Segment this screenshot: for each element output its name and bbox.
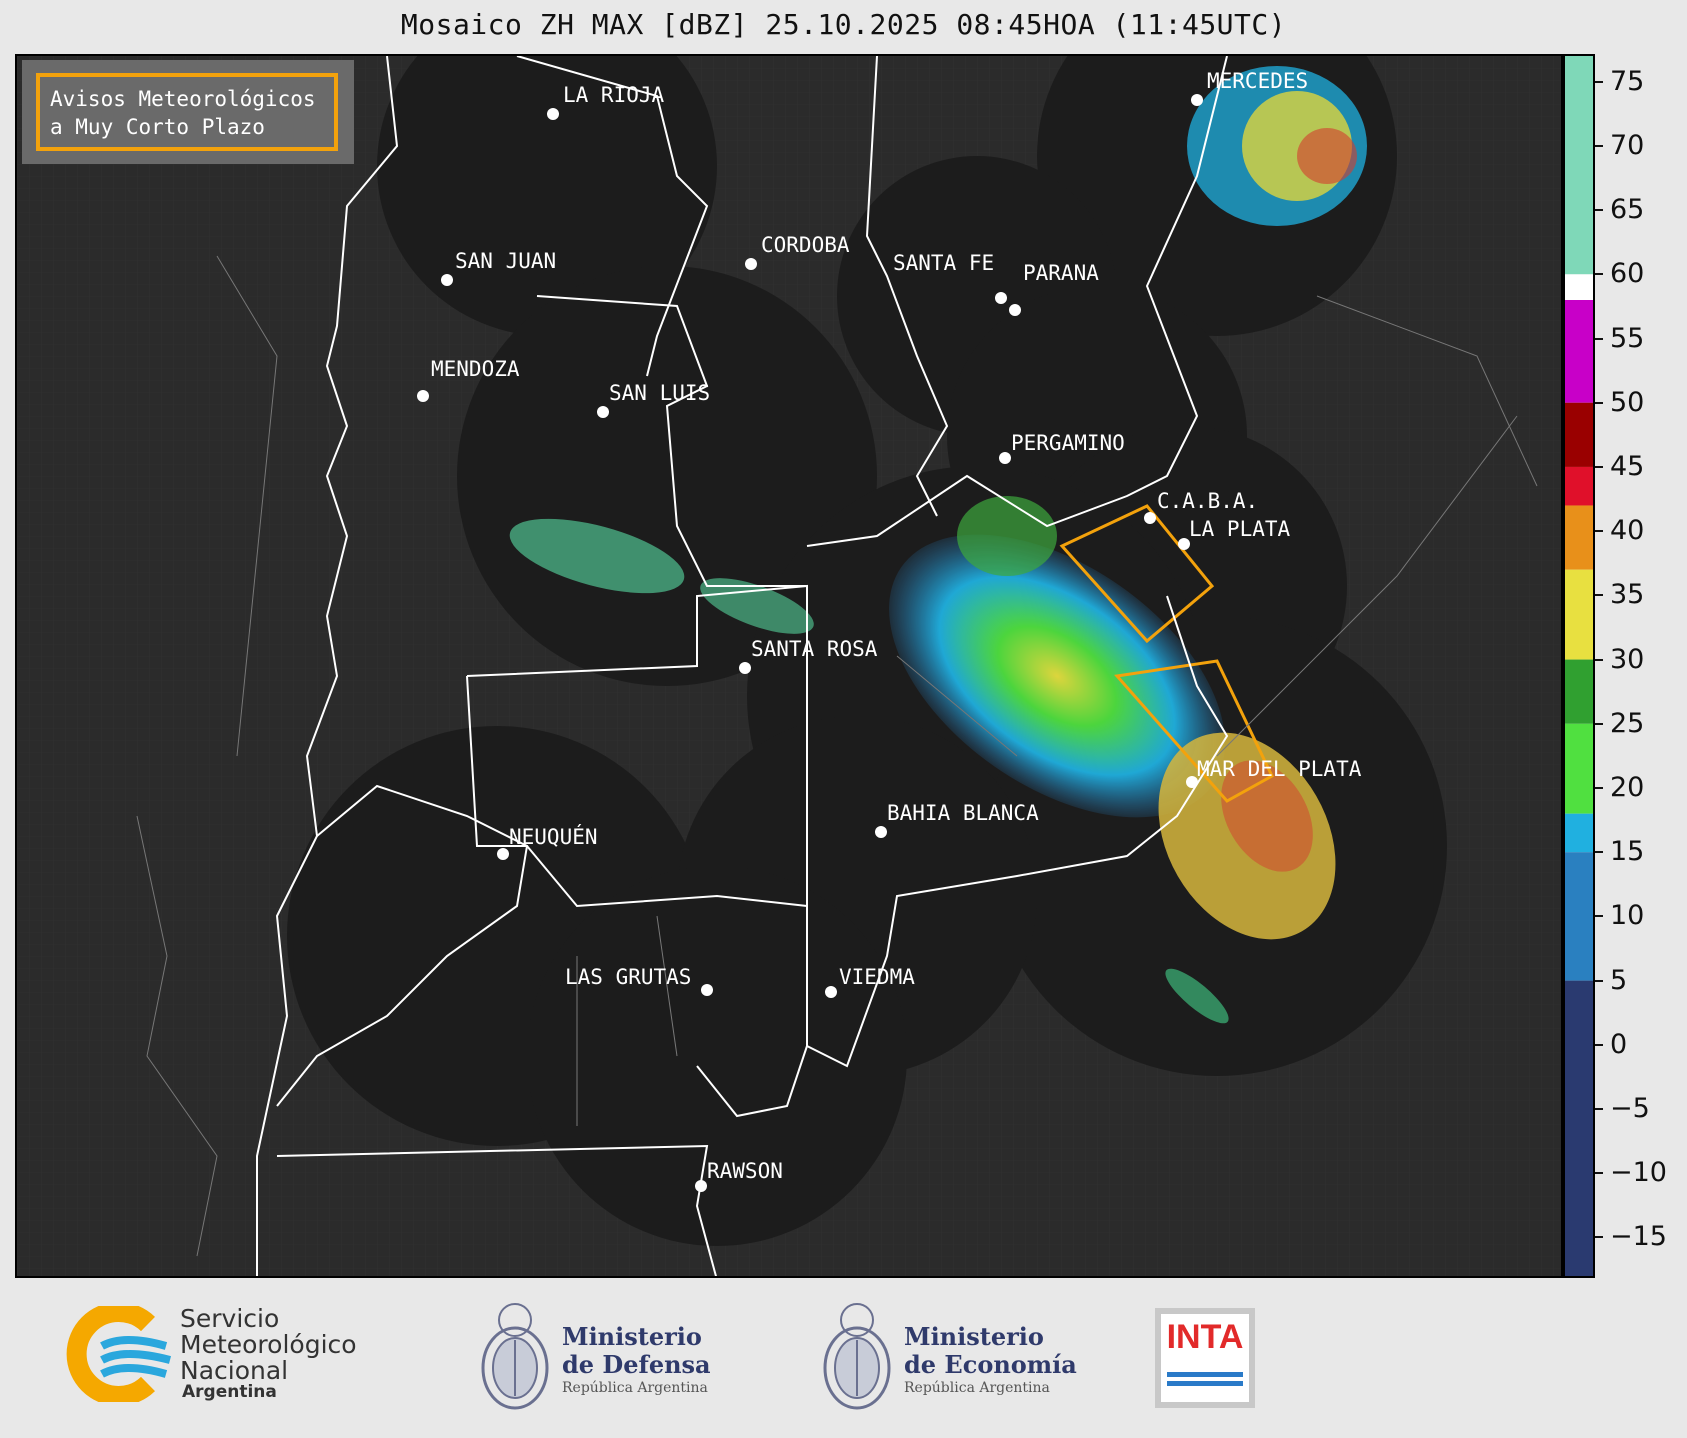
colorbar-tick-mark — [1595, 722, 1603, 725]
economia-line-2: de Economía — [904, 1350, 1077, 1379]
colorbar-tick-mark — [1595, 594, 1603, 597]
city-label: VIEDMA — [839, 965, 915, 989]
economia-line-1: Ministerio — [904, 1322, 1044, 1351]
defensa-line-1: Ministerio — [562, 1322, 702, 1351]
colorbar-tick-label: −5 — [1610, 1093, 1650, 1125]
colorbar-tick-mark — [1595, 273, 1603, 276]
defensa-line-3: República Argentina — [562, 1380, 708, 1396]
colorbar-tick-mark — [1595, 979, 1603, 982]
smn-name-line-1: Servicio — [180, 1304, 280, 1333]
radar-map[interactable]: LA RIOJA SAN JUAN CORDOBA SANTA FE PARAN… — [15, 54, 1563, 1278]
colorbar-tick-label: 5 — [1610, 964, 1628, 996]
colorbar-tick-label: 35 — [1610, 579, 1645, 611]
colorbar-tick-label: 75 — [1610, 65, 1645, 97]
colorbar-band — [1565, 274, 1593, 300]
city-label: MAR DEL PLATA — [1197, 757, 1362, 781]
city-label: PARANA — [1023, 261, 1099, 285]
smn-name-line-3: Nacional — [180, 1356, 289, 1385]
city-label: CORDOBA — [761, 233, 850, 257]
colorbar-tick-label: 60 — [1610, 258, 1645, 290]
warnings-legend-frame: Avisos Meteorológicos a Muy Corto Plazo — [36, 73, 338, 151]
colorbar-tick-mark — [1595, 80, 1603, 83]
radar-map-canvas: LA RIOJA SAN JUAN CORDOBA SANTA FE PARAN… — [17, 56, 1561, 1276]
colorbar-tick-label: 55 — [1610, 322, 1645, 354]
colorbar-tick-mark — [1595, 337, 1603, 340]
colorbar-tick-mark — [1595, 1236, 1603, 1239]
smn-name-line-2: Meteorológico — [180, 1330, 357, 1359]
colorbar-tick-mark — [1595, 851, 1603, 854]
colorbar-tick-mark — [1595, 1172, 1603, 1175]
national-seal-icon — [823, 1303, 891, 1410]
city-label: SAN LUIS — [609, 381, 710, 405]
city-label: MERCEDES — [1207, 69, 1308, 93]
colorbar-band — [1565, 723, 1593, 814]
colorbar-tick-label: 30 — [1610, 643, 1645, 675]
city-label: LA RIOJA — [563, 83, 665, 107]
city-label: SANTA FE — [893, 251, 994, 275]
colorbar-tick-label: 65 — [1610, 194, 1645, 226]
colorbar-tick-label: 0 — [1610, 1028, 1628, 1060]
city-label: C.A.B.A. — [1157, 489, 1258, 513]
colorbar-tick-mark — [1595, 658, 1603, 661]
city-label: MENDOZA — [431, 357, 520, 381]
city-label: LA PLATA — [1189, 517, 1291, 541]
colorbar-tick-mark — [1595, 401, 1603, 404]
colorbar-tick-label: −15 — [1610, 1221, 1667, 1253]
colorbar-tick-label: 25 — [1610, 707, 1645, 739]
defensa-line-2: de Defensa — [562, 1350, 711, 1379]
legend-line-1: Avisos Meteorológicos — [50, 87, 316, 111]
colorbar-tick-label: 10 — [1610, 900, 1645, 932]
inta-logo: INTA — [1155, 1308, 1255, 1408]
colorbar-band — [1565, 659, 1593, 724]
smn-name-line-4: Argentina — [182, 1382, 277, 1402]
colorbar-tick-mark — [1595, 465, 1603, 468]
city-label: SAN JUAN — [455, 249, 556, 273]
legend-line-2: a Muy Corto Plazo — [50, 115, 265, 139]
colorbar-tick-label: 70 — [1610, 129, 1645, 161]
colorbar-tick-mark — [1595, 1108, 1603, 1111]
colorbar-tick-label: 15 — [1610, 836, 1645, 868]
footer-logos: Servicio Meteorológico Nacional Argentin… — [0, 1278, 1687, 1438]
city-label: SANTA ROSA — [751, 637, 878, 661]
colorbar-band — [1565, 56, 1593, 275]
city-label: PERGAMINO — [1011, 431, 1125, 455]
colorbar-tick-label: −10 — [1610, 1157, 1667, 1189]
colorbar-tick-mark — [1595, 787, 1603, 789]
colorbar — [1563, 54, 1595, 1278]
colorbar-band — [1565, 852, 1593, 981]
colorbar-band — [1565, 402, 1593, 467]
warnings-legend[interactable]: Avisos Meteorológicos a Muy Corto Plazo — [22, 60, 354, 164]
colorbar-tick-label: 20 — [1610, 772, 1645, 803]
inta-logo-text: INTA — [1166, 1318, 1244, 1356]
colorbar-band — [1565, 505, 1593, 570]
city-label: BAHIA BLANCA — [887, 801, 1039, 825]
economia-line-3: República Argentina — [904, 1380, 1050, 1396]
colorbar-band — [1565, 569, 1593, 660]
colorbar-tick-label: 45 — [1610, 450, 1645, 482]
map-title: Mosaico ZH MAX [dBZ] 25.10.2025 08:45HOA… — [400, 8, 1287, 41]
colorbar-tick-mark — [1595, 209, 1603, 212]
city-label: LAS GRUTAS — [565, 965, 691, 989]
city-label: RAWSON — [707, 1159, 783, 1183]
colorbar-tick-mark — [1595, 1043, 1603, 1046]
colorbar-tick-label: 40 — [1610, 515, 1645, 547]
city-label: NEUQUÉN — [509, 824, 598, 849]
colorbar-band — [1565, 980, 1593, 1276]
colorbar-tick-mark — [1595, 915, 1603, 918]
colorbar-band — [1565, 466, 1593, 506]
smn-logo-icon — [66, 1306, 172, 1402]
colorbar-band — [1565, 300, 1593, 403]
national-seal-icon — [481, 1303, 549, 1410]
colorbar-tick-label: 50 — [1610, 386, 1645, 418]
colorbar-tick-mark — [1595, 144, 1603, 147]
colorbar-gradient — [1565, 56, 1593, 1276]
colorbar-band — [1565, 813, 1593, 853]
colorbar-tick-mark — [1595, 530, 1603, 533]
